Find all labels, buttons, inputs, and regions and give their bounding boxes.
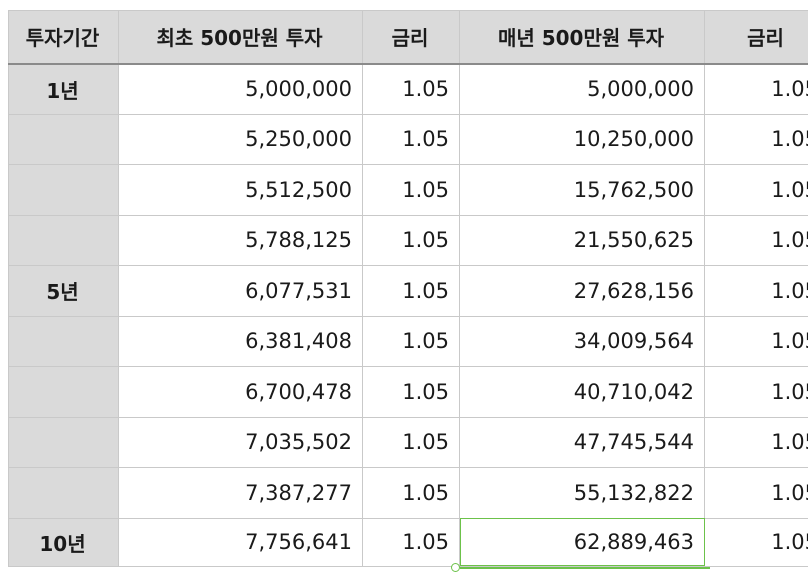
table-row: 7,387,277 1.05 55,132,822 1.05 [9,468,808,519]
table-row: 5,250,000 1.05 10,250,000 1.05 [9,114,808,165]
period-cell[interactable]: 5년 [9,266,119,317]
rate2-cell[interactable]: 1.05 [705,114,808,165]
header-rate-1[interactable]: 금리 [363,11,460,64]
header-period[interactable]: 투자기간 [9,11,119,64]
rate2-cell[interactable]: 1.05 [705,64,808,115]
rate2-cell[interactable]: 1.05 [705,165,808,216]
rate1-cell[interactable]: 1.05 [363,165,460,216]
rate2-cell[interactable]: 1.05 [705,316,808,367]
initial-cell[interactable]: 7,387,277 [119,468,363,519]
period-cell[interactable] [9,468,119,519]
annual-cell[interactable]: 27,628,156 [460,266,705,317]
table-row: 5,788,125 1.05 21,550,625 1.05 [9,215,808,266]
period-cell[interactable] [9,417,119,468]
initial-cell[interactable]: 7,756,641 [119,518,363,566]
header-initial-investment[interactable]: 최초 500만원 투자 [119,11,363,64]
header-row: 투자기간 최초 500만원 투자 금리 매년 500만원 투자 금리 [9,11,808,64]
rate1-cell[interactable]: 1.05 [363,215,460,266]
period-cell[interactable]: 1년 [9,64,119,115]
rate1-cell[interactable]: 1.05 [363,316,460,367]
header-rate-2[interactable]: 금리 [705,11,808,64]
table-row: 6,700,478 1.05 40,710,042 1.05 [9,367,808,418]
table-row: 6,381,408 1.05 34,009,564 1.05 [9,316,808,367]
table-row: 5,512,500 1.05 15,762,500 1.05 [9,165,808,216]
period-cell[interactable] [9,215,119,266]
table-row: 10년 7,756,641 1.05 62,889,463 1.05 [9,518,808,566]
rate2-cell[interactable]: 1.05 [705,215,808,266]
annual-cell[interactable]: 55,132,822 [460,468,705,519]
annual-cell[interactable]: 47,745,544 [460,417,705,468]
rate1-cell[interactable]: 1.05 [363,266,460,317]
rate1-cell[interactable]: 1.05 [363,417,460,468]
annual-cell[interactable]: 10,250,000 [460,114,705,165]
period-cell[interactable] [9,165,119,216]
period-cell[interactable] [9,114,119,165]
data-table: 투자기간 최초 500만원 투자 금리 매년 500만원 투자 금리 1년 5,… [8,10,808,567]
rate1-cell[interactable]: 1.05 [363,468,460,519]
rate2-cell[interactable]: 1.05 [705,468,808,519]
rate1-cell[interactable]: 1.05 [363,367,460,418]
initial-cell[interactable]: 5,000,000 [119,64,363,115]
rate2-cell[interactable]: 1.05 [705,266,808,317]
table-row: 1년 5,000,000 1.05 5,000,000 1.05 [9,64,808,115]
initial-cell[interactable]: 5,788,125 [119,215,363,266]
initial-cell[interactable]: 6,381,408 [119,316,363,367]
initial-cell[interactable]: 6,700,478 [119,367,363,418]
spreadsheet: 투자기간 최초 500만원 투자 금리 매년 500만원 투자 금리 1년 5,… [8,10,808,567]
annual-cell[interactable]: 15,762,500 [460,165,705,216]
initial-cell[interactable]: 5,250,000 [119,114,363,165]
period-cell[interactable]: 10년 [9,518,119,566]
annual-cell-selected[interactable]: 62,889,463 [460,518,705,566]
rate1-cell[interactable]: 1.05 [363,64,460,115]
rate1-cell[interactable]: 1.05 [363,518,460,566]
selection-border [460,567,710,569]
annual-cell[interactable]: 5,000,000 [460,64,705,115]
rate2-cell[interactable]: 1.05 [705,417,808,468]
initial-cell[interactable]: 7,035,502 [119,417,363,468]
rate2-cell[interactable]: 1.05 [705,518,808,566]
initial-cell[interactable]: 5,512,500 [119,165,363,216]
initial-cell[interactable]: 6,077,531 [119,266,363,317]
annual-cell[interactable]: 21,550,625 [460,215,705,266]
table-row: 5년 6,077,531 1.05 27,628,156 1.05 [9,266,808,317]
table-row: 7,035,502 1.05 47,745,544 1.05 [9,417,808,468]
header-annual-investment[interactable]: 매년 500만원 투자 [460,11,705,64]
annual-cell[interactable]: 34,009,564 [460,316,705,367]
period-cell[interactable] [9,316,119,367]
annual-cell[interactable]: 40,710,042 [460,367,705,418]
rate1-cell[interactable]: 1.05 [363,114,460,165]
period-cell[interactable] [9,367,119,418]
rate2-cell[interactable]: 1.05 [705,367,808,418]
